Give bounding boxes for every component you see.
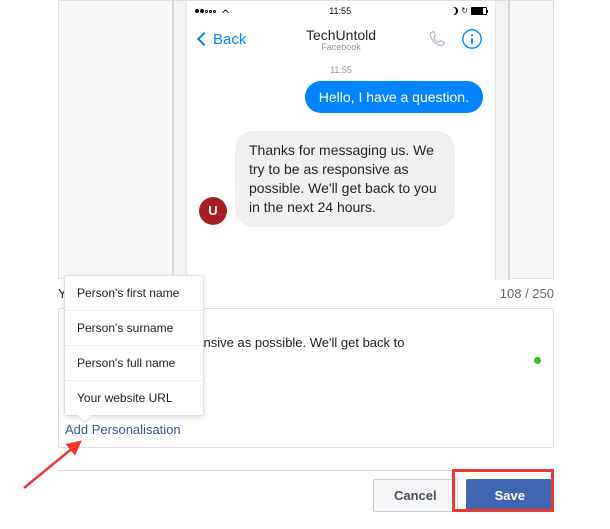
chat-timestamp: 11:55 (199, 65, 483, 75)
incoming-message: Thanks for messaging us. We try to be as… (235, 131, 455, 227)
dropdown-item-website-url[interactable]: Your website URL (65, 381, 203, 415)
statusbar-time: 11:55 (329, 6, 351, 16)
save-button[interactable]: Save (466, 479, 554, 512)
back-label: Back (213, 31, 246, 48)
outgoing-message: Hello, I have a question. (305, 81, 483, 113)
char-counter: 108 / 250 (500, 286, 554, 301)
do-not-disturb-icon (450, 7, 458, 15)
phone-preview-panel: 11:55 ↻ Back TechUntold Facebook (58, 0, 554, 279)
add-personalisation-link[interactable]: Add Personalisation (65, 422, 181, 437)
signal-dots-icon (195, 6, 217, 15)
chevron-left-icon (197, 32, 211, 46)
dropdown-item-full-name[interactable]: Person's full name (65, 346, 203, 381)
dropdown-item-surname[interactable]: Person's surname (65, 311, 203, 346)
outgoing-bubble-row: Hello, I have a question. (199, 81, 483, 113)
orientation-lock-icon: ↻ (461, 6, 468, 15)
nav-actions (427, 28, 483, 50)
phone-statusbar: 11:55 ↻ (187, 1, 495, 17)
page-avatar: U (199, 197, 227, 225)
phone-mockup: 11:55 ↻ Back TechUntold Facebook (186, 1, 496, 280)
personalisation-dropdown: Person's first name Person's surname Per… (64, 275, 204, 416)
chat-navbar: Back TechUntold Facebook (187, 17, 495, 61)
back-button[interactable]: Back (199, 31, 246, 48)
info-icon[interactable] (461, 28, 483, 50)
cancel-button[interactable]: Cancel (373, 479, 458, 512)
statusbar-right: ↻ (450, 6, 487, 15)
statusbar-left (195, 6, 230, 15)
phone-call-icon[interactable] (427, 29, 447, 49)
online-status-dot-icon (534, 357, 541, 364)
dropdown-item-first-name[interactable]: Person's first name (65, 276, 203, 311)
wifi-icon (220, 7, 230, 15)
battery-icon (471, 7, 487, 15)
incoming-bubble-row: U Thanks for messaging us. We try to be … (199, 131, 483, 227)
chat-body: 11:55 Hello, I have a question. U Thanks… (187, 61, 495, 227)
dialog-button-row: Cancel Save (58, 470, 554, 512)
